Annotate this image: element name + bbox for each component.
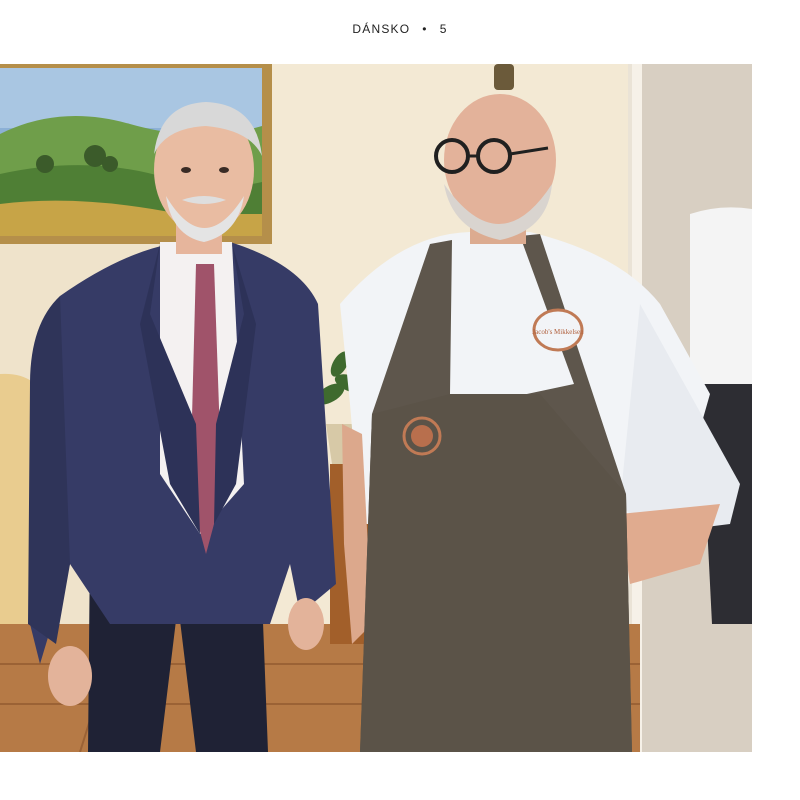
- page-number: 5: [439, 22, 448, 36]
- section-title: DÁNSKO: [352, 22, 411, 36]
- mirror-person-shirt: [690, 207, 752, 384]
- photo: Jacob's Mikkelsen: [0, 64, 752, 752]
- page-header: DÁNSKO • 5: [0, 22, 800, 36]
- header-separator: •: [422, 22, 428, 36]
- photo-illustration: Jacob's Mikkelsen: [0, 64, 752, 752]
- jacket-badge-text: Jacob's Mikkelsen: [532, 328, 584, 336]
- wall-lamp: [494, 64, 514, 90]
